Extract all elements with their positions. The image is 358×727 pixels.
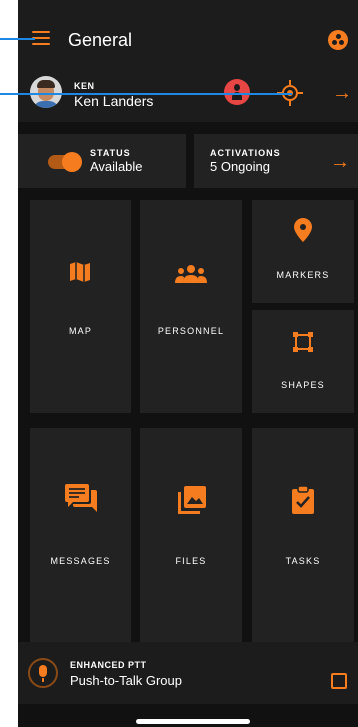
ptt-title: ENHANCED PTT xyxy=(70,660,147,670)
activations-arrow-icon[interactable]: → xyxy=(330,152,350,172)
user-arrow-icon[interactable]: → xyxy=(332,83,352,103)
team-dots-icon[interactable] xyxy=(328,30,348,50)
avatar xyxy=(30,76,62,108)
person-alert-icon[interactable] xyxy=(224,79,250,105)
personnel-label: PERSONNEL xyxy=(157,326,225,336)
files-tile[interactable]: FILES xyxy=(140,428,242,642)
status-value: Available xyxy=(90,159,143,174)
image-files-icon xyxy=(178,486,206,514)
markers-tile[interactable]: MARKERS xyxy=(252,200,354,303)
files-label: FILES xyxy=(175,556,207,566)
personnel-tile[interactable]: PERSONNEL xyxy=(140,200,242,413)
user-short-name: KEN xyxy=(74,81,95,91)
clipboard-check-icon xyxy=(292,486,314,514)
microphone-icon[interactable] xyxy=(28,658,58,688)
messages-label: MESSAGES xyxy=(50,556,111,566)
ptt-group: Push-to-Talk Group xyxy=(70,673,182,688)
shapes-tile[interactable]: SHAPES xyxy=(252,310,354,413)
map-icon xyxy=(70,262,90,282)
messages-tile[interactable]: MESSAGES xyxy=(30,428,131,642)
ptt-bar[interactable]: ENHANCED PTT Push-to-Talk Group xyxy=(18,642,358,704)
page-title: General xyxy=(68,30,133,50)
personnel-icon xyxy=(175,265,207,283)
user-full-name: Ken Landers xyxy=(74,93,154,109)
activations-label: ACTIVATIONS xyxy=(210,148,281,158)
top-app-bar: General xyxy=(18,0,358,80)
app-screen: General KEN Ken Landers → STATUS Availab… xyxy=(18,0,358,727)
status-toggle[interactable] xyxy=(48,152,82,172)
open-external-icon[interactable] xyxy=(331,673,347,689)
activations-value: 5 Ongoing xyxy=(210,159,270,174)
tasks-tile[interactable]: TASKS xyxy=(252,428,354,642)
markers-label: MARKERS xyxy=(276,270,330,280)
map-label: MAP xyxy=(68,326,93,336)
marker-pin-icon xyxy=(294,218,312,242)
shapes-label: SHAPES xyxy=(281,380,325,390)
home-indicator xyxy=(136,719,250,724)
tasks-label: TASKS xyxy=(285,556,321,566)
callout-line-menu xyxy=(0,38,35,40)
callout-line-locate xyxy=(0,93,292,95)
status-label: STATUS xyxy=(90,148,131,158)
user-row[interactable]: KEN Ken Landers → xyxy=(18,70,358,122)
messages-icon xyxy=(65,484,97,512)
shape-square-icon xyxy=(293,332,313,352)
map-tile[interactable]: MAP xyxy=(30,200,131,413)
